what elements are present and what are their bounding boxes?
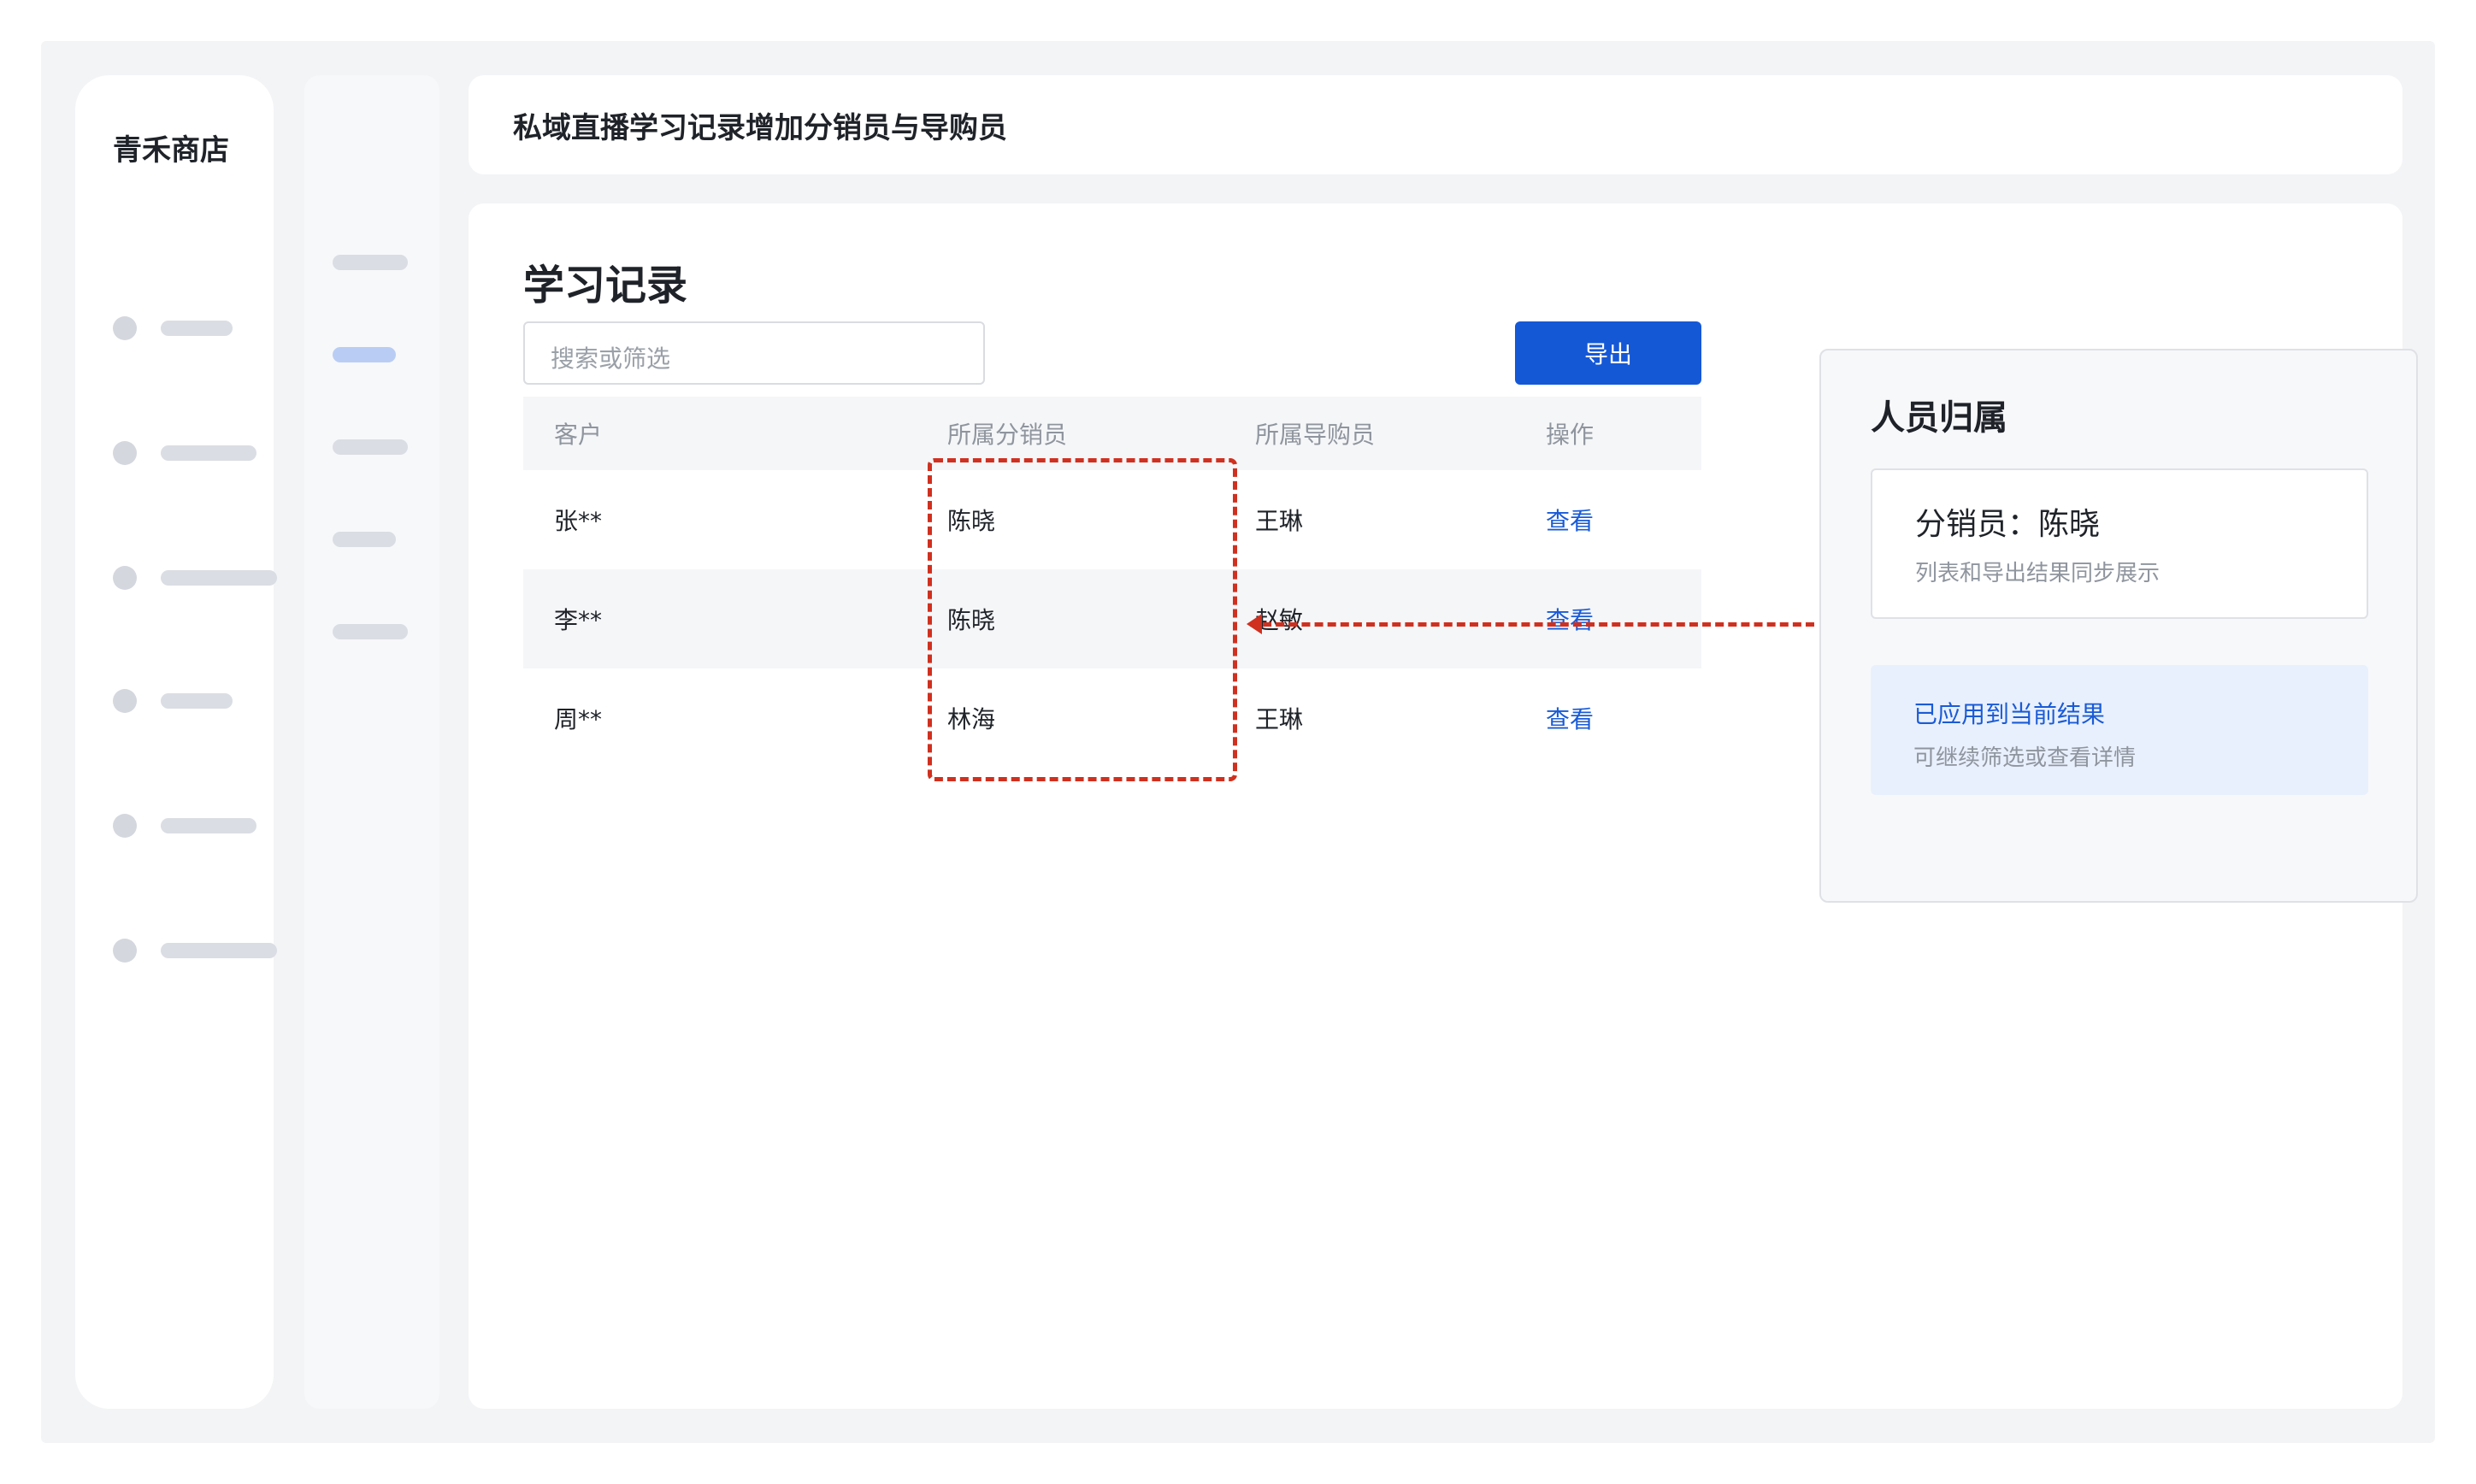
applied-title: 已应用到当前结果 bbox=[1913, 700, 2106, 728]
store-name: 青禾商店 bbox=[113, 133, 229, 168]
view-link[interactable]: 查看 bbox=[1546, 569, 1594, 668]
column-header-action: 操作 bbox=[1546, 421, 1595, 449]
view-link[interactable]: 查看 bbox=[1546, 470, 1594, 569]
search-placeholder: 搜索或筛选 bbox=[551, 344, 671, 373]
nav-placeholder bbox=[161, 445, 256, 461]
nav-dot-icon bbox=[113, 814, 137, 838]
applied-note: 可继续筛选或查看详情 bbox=[1913, 745, 2137, 771]
nav-dot-icon bbox=[113, 689, 137, 713]
nav-dot-icon bbox=[113, 441, 137, 465]
sidebar: 青禾商店 bbox=[75, 75, 277, 1409]
nav-dot-icon bbox=[113, 566, 137, 590]
table-row: 李** 陈晓 赵敏 查看 bbox=[523, 569, 1701, 668]
nav-placeholder bbox=[161, 818, 256, 833]
table-row: 周** 林海 王琳 查看 bbox=[523, 668, 1701, 768]
customer-cell: 张** bbox=[554, 507, 603, 535]
nav-placeholder bbox=[161, 321, 233, 336]
distributor-cell: 陈晓 bbox=[947, 606, 996, 634]
subnav-item-5[interactable] bbox=[333, 624, 408, 639]
subnav-item-3[interactable] bbox=[333, 439, 408, 455]
search-input[interactable]: 搜索或筛选 bbox=[523, 321, 985, 385]
view-link[interactable]: 查看 bbox=[1546, 668, 1594, 768]
attribution-card: 分销员：陈晓 列表和导出结果同步展示 bbox=[1871, 468, 2368, 619]
export-button[interactable]: 导出 bbox=[1515, 321, 1701, 385]
subnav-item-1[interactable] bbox=[333, 255, 408, 270]
attribution-value: 分销员：陈晓 bbox=[1915, 507, 2101, 542]
guide-cell: 王琳 bbox=[1255, 507, 1304, 535]
panel-title: 人员归属 bbox=[1871, 398, 2007, 438]
nav-placeholder bbox=[161, 943, 277, 958]
customer-cell: 周** bbox=[554, 705, 603, 733]
guide-cell: 赵敏 bbox=[1255, 606, 1304, 634]
nav-dot-icon bbox=[113, 939, 137, 963]
subnav-item-4[interactable] bbox=[333, 532, 396, 547]
customer-cell: 李** bbox=[554, 606, 603, 634]
nav-placeholder bbox=[161, 693, 233, 709]
attribution-panel: 人员归属 分销员：陈晓 列表和导出结果同步展示 已应用到当前结果 可继续筛选或查… bbox=[1819, 349, 2418, 903]
attribution-note: 列表和导出结果同步展示 bbox=[1915, 561, 2161, 586]
nav-dot-icon bbox=[113, 316, 137, 340]
distributor-cell: 陈晓 bbox=[947, 507, 996, 535]
annotation-connector bbox=[1250, 622, 1814, 627]
distributor-cell: 林海 bbox=[947, 705, 996, 733]
page-title: 私域直播学习记录增加分销员与导购员 bbox=[513, 111, 1007, 145]
subnav-item-active[interactable] bbox=[333, 347, 396, 362]
column-header-guide: 所属导购员 bbox=[1255, 421, 1376, 449]
sub-navigation bbox=[304, 75, 439, 1409]
learning-records-table: 客户 所属分销员 所属导购员 操作 张** 陈晓 王琳 查看 李** 陈晓 赵敏… bbox=[523, 397, 1701, 768]
table-header-row: 客户 所属分销员 所属导购员 操作 bbox=[523, 397, 1701, 470]
guide-cell: 王琳 bbox=[1255, 705, 1304, 733]
page-header: 私域直播学习记录增加分销员与导购员 bbox=[469, 75, 2402, 174]
applied-notice: 已应用到当前结果 可继续筛选或查看详情 bbox=[1871, 665, 2368, 795]
nav-placeholder bbox=[161, 570, 277, 586]
column-header-distributor: 所属分销员 bbox=[947, 421, 1068, 449]
section-title: 学习记录 bbox=[523, 262, 688, 309]
table-row: 张** 陈晓 王琳 查看 bbox=[523, 470, 1701, 569]
column-header-customer: 客户 bbox=[554, 421, 603, 449]
annotation-arrow-icon bbox=[1247, 614, 1262, 634]
